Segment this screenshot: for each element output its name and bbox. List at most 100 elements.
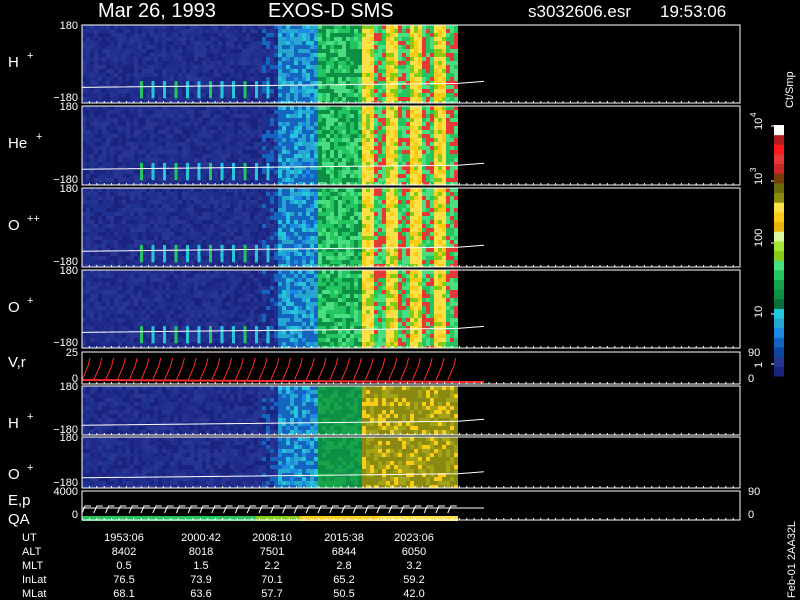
spectrogram-cell — [114, 69, 118, 73]
spectrogram-cell — [442, 77, 446, 81]
spectrogram-cell — [126, 73, 130, 77]
spectrogram-cell — [186, 122, 190, 126]
spectrogram-cell — [170, 146, 174, 150]
spectrogram-cell — [98, 174, 102, 178]
spectrogram-cell — [430, 158, 434, 162]
spectrogram-cell — [86, 236, 90, 240]
spectrogram-cell — [250, 130, 254, 134]
spectrogram-cell — [258, 93, 262, 97]
spectrogram-cell — [206, 228, 210, 232]
spectrogram-cell — [190, 122, 194, 126]
spectrogram-cell — [118, 41, 122, 45]
spectrogram-cell — [206, 154, 210, 158]
spectrogram-cell — [150, 57, 154, 61]
spectrogram-cell — [386, 154, 390, 158]
spectrogram-cell — [102, 110, 106, 114]
spectrogram-cell — [282, 228, 286, 232]
spectrogram-cell — [218, 126, 222, 130]
spectrogram-cell — [194, 196, 198, 200]
spectrogram-cell — [330, 57, 334, 61]
spectrogram-cell — [146, 29, 150, 33]
spectrogram-cell — [442, 53, 446, 57]
spectrogram-cell — [198, 146, 202, 150]
spectrogram-cell — [122, 29, 126, 33]
spectrogram-cell — [122, 216, 126, 220]
spectrogram-cell — [274, 122, 278, 126]
spectrogram-cell — [346, 150, 350, 154]
spectrogram-cell — [214, 65, 218, 69]
spectrogram-cell — [214, 252, 218, 256]
spectrogram-cell — [198, 61, 202, 65]
spectrogram-cell — [378, 69, 382, 73]
spectrogram-cell — [310, 146, 314, 150]
spectrogram-cell — [82, 106, 86, 110]
spectrogram-cell — [206, 200, 210, 204]
spectrogram-cell — [234, 224, 238, 228]
spectrogram-cell — [410, 170, 414, 174]
spectrogram-cell — [94, 236, 98, 240]
spectrogram-cell — [238, 244, 242, 248]
spectrogram-cell — [454, 65, 458, 69]
spectrogram-cell — [314, 170, 318, 174]
spectrogram-cell — [434, 170, 438, 174]
spectrogram-cell — [106, 212, 110, 216]
spectrogram-cell — [278, 126, 282, 130]
spectrogram-cell — [250, 178, 254, 182]
spectrogram-cell — [278, 142, 282, 146]
spectrogram-cell — [206, 77, 210, 81]
spectrogram-cell — [130, 37, 134, 41]
spectrogram-cell — [246, 146, 250, 150]
spectrogram-cell — [390, 57, 394, 61]
spectrogram-cell — [118, 134, 122, 138]
spectrogram-cell — [338, 37, 342, 41]
spectrogram-cell — [262, 25, 266, 29]
spectrogram-cell — [386, 166, 390, 170]
spectrogram-cell — [366, 130, 370, 134]
spectrogram-cell — [150, 228, 154, 232]
spectrogram-cell — [174, 150, 178, 154]
spectrogram-cell — [142, 224, 146, 228]
spectrogram-cell — [418, 37, 422, 41]
spectrogram-cell — [322, 130, 326, 134]
spectrogram-cell — [366, 61, 370, 65]
spectrogram-cell — [86, 126, 90, 130]
spectrogram-cell — [306, 138, 310, 142]
spectrogram-cell — [362, 53, 366, 57]
spectrogram-cell — [238, 97, 242, 101]
spectrogram-cell — [310, 29, 314, 33]
spectrogram-cell — [258, 33, 262, 37]
spectrogram-cell — [98, 150, 102, 154]
spectrogram-cell — [114, 248, 118, 252]
spectrogram-cell — [194, 170, 198, 174]
spectrogram-cell — [446, 97, 450, 101]
spectrogram-cell — [210, 122, 214, 126]
spectrogram-cell — [230, 53, 234, 57]
spectrogram-cell — [282, 146, 286, 150]
spectrogram-cell — [146, 188, 150, 192]
spectrogram-cell — [386, 85, 390, 89]
spectrogram-cell — [410, 106, 414, 110]
spectrogram-cell — [282, 178, 286, 182]
spectrogram-cell — [162, 188, 166, 192]
spectrogram-cell — [230, 45, 234, 49]
spectrogram-cell — [338, 114, 342, 118]
spectrogram-cell — [94, 232, 98, 236]
spectrogram-cell — [238, 114, 242, 118]
spectrogram-cell — [358, 158, 362, 162]
spectrogram-cell — [250, 77, 254, 81]
spectrogram-cell — [110, 244, 114, 248]
spectrogram-cell — [338, 146, 342, 150]
spectrogram-cell — [418, 57, 422, 61]
spectrogram-cell — [422, 166, 426, 170]
spectrogram-cell — [238, 81, 242, 85]
spectrogram-cell — [142, 200, 146, 204]
spectrogram-cell — [122, 188, 126, 192]
spectrogram-cell — [358, 106, 362, 110]
spectrogram-cell — [198, 29, 202, 33]
spectrogram-cell — [258, 118, 262, 122]
spectrogram-cell — [194, 138, 198, 142]
spectrogram-cell — [98, 146, 102, 150]
spectrogram-cell — [190, 212, 194, 216]
spectrogram-cell — [134, 69, 138, 73]
spectrogram-cell — [122, 196, 126, 200]
